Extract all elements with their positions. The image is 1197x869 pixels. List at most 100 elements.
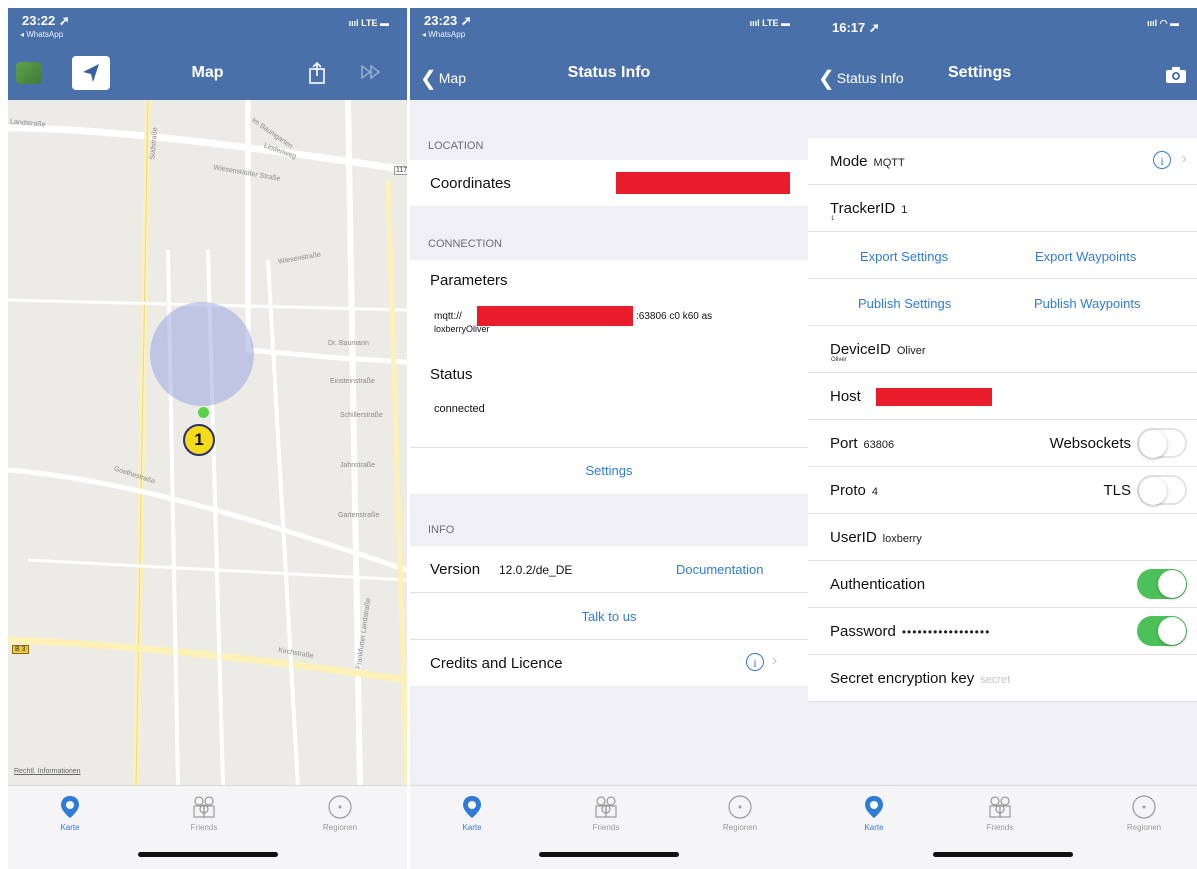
tab-karte[interactable]: Karte bbox=[422, 794, 522, 832]
home-indicator bbox=[932, 852, 1073, 857]
friend-marker[interactable]: 1 bbox=[183, 424, 215, 456]
version-value: 12.0.2/de_DE bbox=[499, 563, 573, 577]
proto-value: 4 bbox=[871, 486, 878, 498]
port-row[interactable]: Port 63806 Websockets bbox=[808, 420, 1197, 467]
street-label: Dr. Baumann bbox=[328, 340, 369, 347]
trackerid-row[interactable]: TrackerID 1 1 bbox=[808, 185, 1197, 232]
tab-friends[interactable]: Friends bbox=[556, 794, 656, 832]
host-row[interactable]: Host bbox=[808, 373, 1197, 420]
region-icon bbox=[328, 795, 352, 819]
tab-friends[interactable]: Friends bbox=[950, 794, 1050, 832]
map-pin-icon bbox=[865, 796, 883, 818]
info-icon[interactable]: i bbox=[746, 653, 764, 672]
settings-link[interactable]: Settings bbox=[410, 463, 808, 478]
userid-value: loxberry bbox=[882, 533, 922, 545]
tab-regionen[interactable]: Regionen bbox=[1094, 794, 1194, 832]
page-title: Settings bbox=[948, 64, 1012, 81]
home-indicator bbox=[137, 852, 278, 857]
mode-label: Mode MQTT bbox=[830, 153, 905, 170]
userid-row[interactable]: UserID loxberry bbox=[808, 514, 1197, 561]
tab-bar: Karte Friends Regionen bbox=[8, 785, 407, 869]
tab-label: Karte bbox=[60, 823, 80, 832]
trackerid-value: 1 bbox=[901, 204, 908, 216]
export-waypoints-link[interactable]: Export Waypoints bbox=[1035, 249, 1136, 264]
version-label: Version bbox=[430, 561, 481, 578]
publish-waypoints-link[interactable]: Publish Waypoints bbox=[1034, 296, 1140, 311]
tab-label: Regionen bbox=[322, 823, 358, 832]
back-to-app-link[interactable]: ◂ WhatsApp bbox=[422, 30, 465, 39]
tab-regionen[interactable]: Regionen bbox=[690, 794, 790, 832]
status-time: 16:17 ➚ bbox=[832, 20, 880, 35]
back-button[interactable]: ❮ Status Info bbox=[818, 64, 904, 90]
mode-value: MQTT bbox=[873, 157, 905, 169]
secret-key-row[interactable]: Secret encryption key secret bbox=[808, 655, 1197, 702]
coordinates-label: Coordinates bbox=[430, 175, 511, 192]
section-header-location: LOCATION bbox=[428, 140, 484, 152]
deviceid-sub: Oliver bbox=[831, 357, 847, 363]
info-icon[interactable]: i bbox=[1153, 151, 1171, 170]
deviceid-value: Oliver bbox=[896, 345, 926, 357]
authentication-label: Authentication bbox=[830, 576, 926, 593]
divider bbox=[410, 592, 808, 593]
friends-icon bbox=[989, 796, 1011, 818]
nav-bar: Map bbox=[8, 40, 407, 100]
street-label: Schillerstraße bbox=[340, 412, 383, 419]
region-icon bbox=[728, 795, 752, 819]
friends-icon bbox=[193, 796, 215, 818]
trackerid-label: TrackerID 1 bbox=[830, 200, 908, 217]
export-row: Export Settings Export Waypoints bbox=[808, 232, 1197, 279]
password-row[interactable]: Password ••••••••••••••••• bbox=[808, 608, 1197, 655]
deviceid-label: DeviceID Oliver bbox=[830, 341, 926, 358]
secret-key-input[interactable]: secret bbox=[980, 674, 1010, 686]
map-screen: 23:22 ➚ ◂ WhatsApp ıııl LTE ▬ Map Landst… bbox=[8, 0, 407, 869]
route-shield: 117 bbox=[394, 166, 407, 175]
parameters-user: loxberryOliver bbox=[434, 324, 490, 334]
share-icon[interactable] bbox=[306, 60, 328, 91]
tls-label: TLS bbox=[1103, 482, 1131, 499]
settings-list: Mode MQTT i › TrackerID 1 1 Export Setting… bbox=[808, 100, 1197, 786]
camera-icon[interactable] bbox=[1165, 66, 1187, 89]
friends-icon bbox=[595, 796, 617, 818]
coordinates-row[interactable]: Coordinates bbox=[410, 160, 808, 206]
tab-label: Friends bbox=[986, 823, 1014, 832]
tab-friends[interactable]: Friends bbox=[154, 794, 254, 832]
userid-label: UserID loxberry bbox=[830, 529, 922, 546]
export-settings-link[interactable]: Export Settings bbox=[860, 249, 948, 264]
port-value: 63806 bbox=[863, 439, 895, 451]
street-label: Einsteinstraße bbox=[330, 378, 375, 385]
accuracy-circle bbox=[150, 302, 254, 406]
signal-indicator: ıııl ◠ ▬ bbox=[1147, 18, 1179, 28]
current-position-dot bbox=[198, 407, 209, 418]
proto-row[interactable]: Proto 4 TLS bbox=[808, 467, 1197, 514]
deviceid-row[interactable]: DeviceID Oliver Oliver bbox=[808, 326, 1197, 373]
websockets-label: Websockets bbox=[1049, 435, 1131, 452]
parameters-label: Parameters bbox=[430, 272, 508, 289]
tab-karte[interactable]: Karte bbox=[20, 794, 120, 832]
section-header-info: INFO bbox=[428, 524, 455, 536]
websockets-toggle[interactable] bbox=[1137, 428, 1187, 458]
tab-regionen[interactable]: Regionen bbox=[290, 794, 390, 832]
documentation-link[interactable]: Documentation bbox=[676, 562, 763, 577]
authentication-row[interactable]: Authentication bbox=[808, 561, 1197, 608]
authentication-toggle[interactable] bbox=[1137, 569, 1187, 599]
tab-karte[interactable]: Karte bbox=[824, 794, 924, 832]
publish-row: Publish Settings Publish Waypoints bbox=[808, 279, 1197, 326]
password-toggle[interactable] bbox=[1137, 616, 1187, 646]
fast-forward-icon[interactable] bbox=[360, 64, 382, 85]
tls-toggle[interactable] bbox=[1137, 475, 1187, 505]
redacted-host bbox=[876, 388, 992, 406]
talk-to-us-link[interactable]: Talk to us bbox=[410, 609, 808, 624]
publish-settings-link[interactable]: Publish Settings bbox=[858, 296, 951, 311]
status-value: connected bbox=[434, 403, 485, 415]
credits-label[interactable]: Credits and Licence bbox=[430, 655, 563, 672]
legal-link[interactable]: Rechtl. Informationen bbox=[14, 768, 81, 775]
status-time: 23:22 ➚ bbox=[22, 13, 70, 28]
divider bbox=[410, 447, 808, 448]
chevron-right-icon: › bbox=[772, 652, 778, 669]
back-to-app-link[interactable]: ◂ WhatsApp bbox=[20, 30, 63, 39]
mode-row[interactable]: Mode MQTT i › bbox=[808, 138, 1197, 185]
settings-screen: 16:17 ➚ ıııl ◠ ▬ ❮ Status Info Settings M… bbox=[808, 0, 1197, 869]
signal-indicator: ıııl LTE ▬ bbox=[348, 18, 389, 28]
street-label: Gartenstraße bbox=[338, 512, 380, 519]
chevron-right-icon: › bbox=[1181, 150, 1187, 167]
